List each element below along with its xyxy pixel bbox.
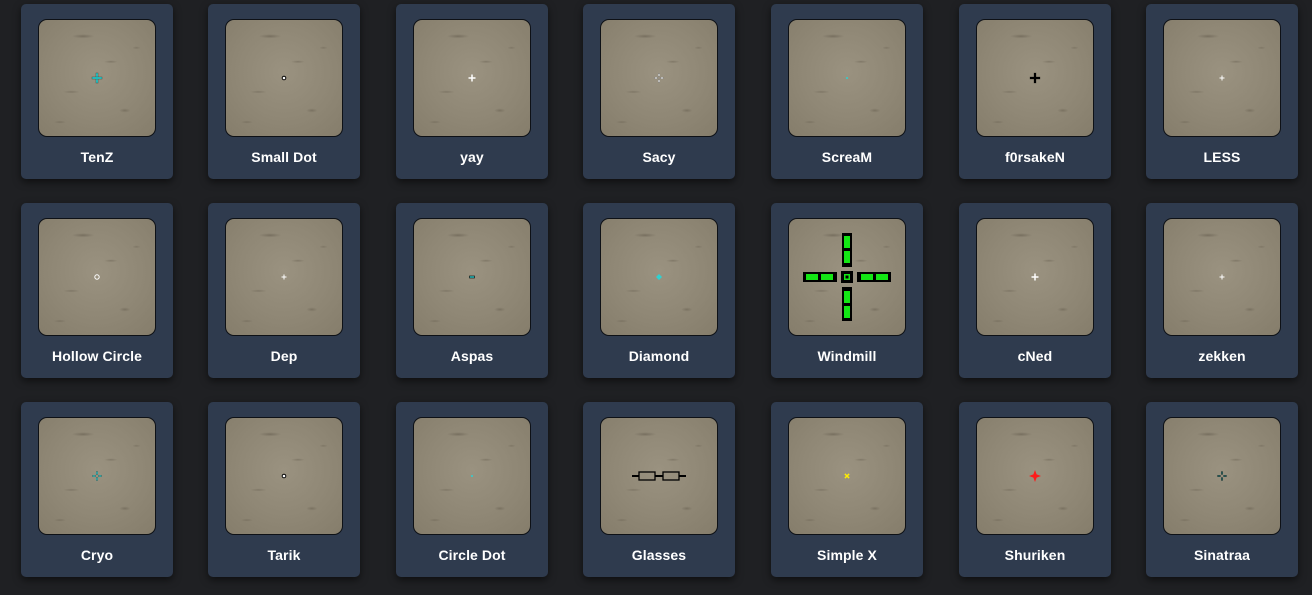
crosshair-icon <box>1031 273 1039 281</box>
crosshair-name: ScreaM <box>821 149 873 165</box>
crosshair-card[interactable]: Simple X <box>771 402 923 577</box>
crosshair-preview <box>788 218 906 336</box>
crosshair-preview <box>1163 417 1281 535</box>
crosshair-icon <box>281 274 287 280</box>
crosshair-name: cNed <box>1017 348 1053 364</box>
crosshair-icon <box>281 473 287 479</box>
crosshair-preview <box>225 218 343 336</box>
crosshair-card[interactable]: yay <box>396 4 548 179</box>
crosshair-card[interactable]: ScreaM <box>771 4 923 179</box>
crosshair-name: Sinatraa <box>1193 547 1251 563</box>
crosshair-icon <box>844 473 850 479</box>
crosshair-preview <box>38 19 156 137</box>
crosshair-icon <box>1029 470 1041 482</box>
crosshair-card[interactable]: zekken <box>1146 203 1298 378</box>
crosshair-name: Cryo <box>80 547 114 563</box>
crosshair-name: TenZ <box>80 149 114 165</box>
crosshair-card[interactable]: Sinatraa <box>1146 402 1298 577</box>
crosshair-name: Shuriken <box>1004 547 1066 563</box>
crosshair-preview <box>600 19 718 137</box>
crosshair-name: Aspas <box>450 348 494 364</box>
crosshair-card[interactable]: Sacy <box>583 4 735 179</box>
crosshair-preview <box>38 218 156 336</box>
crosshair-icon <box>656 274 662 280</box>
crosshair-icon <box>1219 75 1225 81</box>
crosshair-preview <box>38 417 156 535</box>
crosshair-name: Circle Dot <box>438 547 506 563</box>
crosshair-name: Glasses <box>631 547 687 563</box>
crosshair-icon <box>92 471 102 481</box>
crosshair-card[interactable]: Dep <box>208 203 360 378</box>
crosshair-icon <box>803 233 891 321</box>
crosshair-icon <box>469 275 475 279</box>
crosshair-preview <box>1163 218 1281 336</box>
crosshair-preview <box>788 417 906 535</box>
crosshair-card[interactable]: Hollow Circle <box>21 203 173 378</box>
crosshair-card[interactable]: Small Dot <box>208 4 360 179</box>
crosshair-card[interactable]: Windmill <box>771 203 923 378</box>
crosshair-icon <box>91 72 103 84</box>
crosshair-icon <box>468 74 476 82</box>
crosshair-name: LESS <box>1203 149 1241 165</box>
crosshair-icon <box>1219 274 1225 280</box>
crosshair-name: Simple X <box>817 547 877 563</box>
crosshair-name: Diamond <box>628 348 690 364</box>
crosshair-card[interactable]: Circle Dot <box>396 402 548 577</box>
crosshair-preview <box>413 19 531 137</box>
crosshair-name: Small Dot <box>251 149 317 165</box>
crosshair-icon <box>846 77 848 79</box>
crosshair-preview <box>225 417 343 535</box>
crosshair-icon <box>654 73 664 83</box>
crosshair-preview <box>413 218 531 336</box>
crosshair-card[interactable]: Shuriken <box>959 402 1111 577</box>
crosshair-icon <box>1217 471 1227 481</box>
crosshair-preview <box>976 417 1094 535</box>
crosshair-name: f0rsakeN <box>1005 149 1065 165</box>
crosshair-preview <box>600 417 718 535</box>
crosshair-card[interactable]: Tarik <box>208 402 360 577</box>
crosshair-preview <box>788 19 906 137</box>
crosshair-card[interactable]: Glasses <box>583 402 735 577</box>
crosshair-name: Tarik <box>267 547 301 563</box>
crosshair-grid: TenZ Small Dot yay Sacy ScreaM f0rsakeN LESS Ho… <box>0 0 1312 595</box>
crosshair-name: Windmill <box>817 348 877 364</box>
crosshair-preview <box>225 19 343 137</box>
crosshair-preview <box>976 218 1094 336</box>
crosshair-name: Hollow Circle <box>52 348 142 364</box>
crosshair-preview <box>976 19 1094 137</box>
crosshair-card[interactable]: Cryo <box>21 402 173 577</box>
crosshair-card[interactable]: TenZ <box>21 4 173 179</box>
crosshair-name: Dep <box>270 348 298 364</box>
crosshair-icon <box>281 75 287 81</box>
crosshair-icon <box>1029 72 1041 84</box>
crosshair-name: Sacy <box>642 149 676 165</box>
crosshair-icon <box>632 471 686 481</box>
crosshair-icon <box>471 475 473 477</box>
crosshair-card[interactable]: cNed <box>959 203 1111 378</box>
crosshair-preview <box>1163 19 1281 137</box>
crosshair-icon <box>94 274 100 280</box>
crosshair-card[interactable]: f0rsakeN <box>959 4 1111 179</box>
crosshair-name: yay <box>460 149 484 165</box>
crosshair-preview <box>600 218 718 336</box>
crosshair-card[interactable]: Diamond <box>583 203 735 378</box>
crosshair-name: zekken <box>1198 348 1246 364</box>
crosshair-preview <box>413 417 531 535</box>
crosshair-card[interactable]: Aspas <box>396 203 548 378</box>
crosshair-card[interactable]: LESS <box>1146 4 1298 179</box>
